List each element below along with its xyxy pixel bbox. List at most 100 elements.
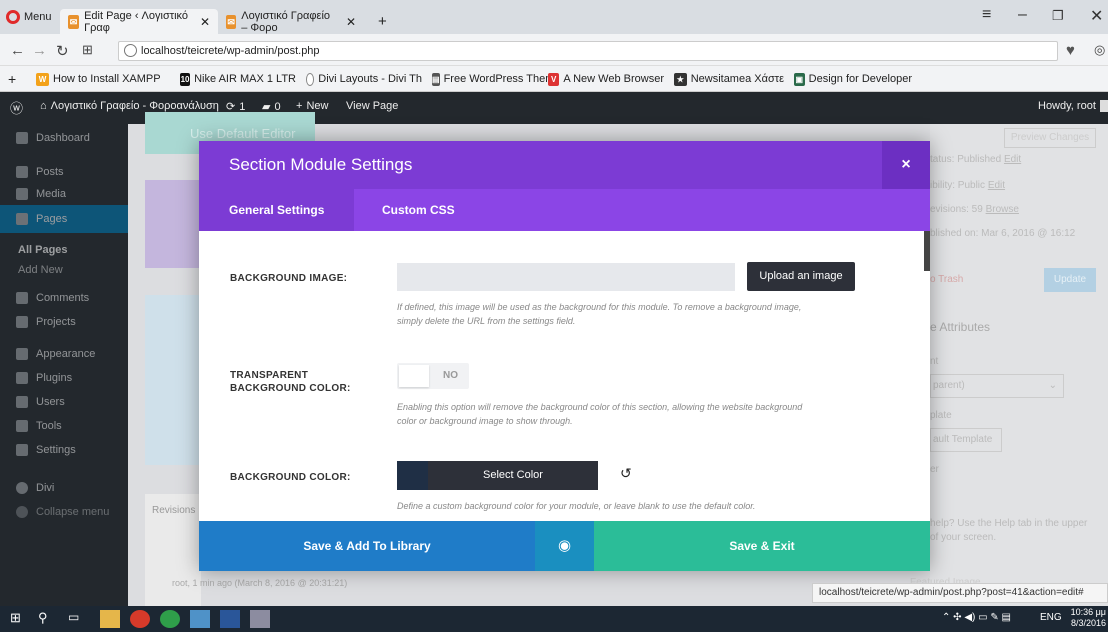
start-icon[interactable]: ⊞: [10, 610, 30, 628]
sidebar-item-settings[interactable]: Settings: [0, 436, 128, 464]
tab-site[interactable]: ✉ Λογιστικό Γραφείο – Φορο ✕: [218, 9, 364, 34]
view-page-link[interactable]: View Page: [346, 100, 398, 112]
opera-icon[interactable]: [130, 610, 150, 628]
template-select[interactable]: ault Template: [930, 428, 1002, 452]
maximize-icon[interactable]: ❐: [1052, 8, 1064, 24]
bookmark-item[interactable]: ★ Newsitamea Χάστε: [674, 70, 784, 88]
sidebar-item-projects[interactable]: Projects: [0, 308, 128, 336]
tray-icons[interactable]: ⌃ ✣ ◀) ▭ ✎ ▤: [942, 612, 1011, 623]
eye-icon: ◉: [557, 537, 572, 554]
favicon-icon: ✉: [226, 14, 237, 29]
speed-dial-icon[interactable]: ⊞: [82, 42, 93, 58]
default-editor-label: Use Default Editor: [190, 126, 296, 141]
browser-menu-button[interactable]: Menu: [6, 6, 52, 28]
tab-menu-icon[interactable]: ≡: [982, 6, 991, 24]
upload-image-button[interactable]: Upload an image: [747, 262, 855, 291]
bookmark-item[interactable]: ▣ Design for Developer: [794, 70, 912, 88]
bookmark-item[interactable]: ▤ Free WordPress Them: [432, 70, 548, 88]
sidebar-sub-add-new[interactable]: Add New: [18, 264, 63, 276]
app-icon[interactable]: [190, 610, 210, 628]
background-image-input[interactable]: [397, 263, 735, 291]
chrome-icon[interactable]: [160, 610, 180, 628]
file-explorer-icon[interactable]: [100, 610, 120, 628]
wordpress-logo-icon[interactable]: ⓦ: [10, 98, 23, 117]
bookmark-label: Newsitamea Χάστε: [690, 73, 784, 85]
preview-button[interactable]: ◉: [535, 521, 594, 571]
tab-edit-page[interactable]: ✉ Edit Page ‹ Λογιστικό Γραφ ✕: [60, 9, 218, 34]
sidebar-item-pages[interactable]: Pages: [0, 205, 128, 233]
paint-icon[interactable]: [250, 610, 270, 628]
clock[interactable]: 10:36 μμ 8/3/2016: [1066, 607, 1106, 629]
site-info-icon[interactable]: [124, 44, 137, 57]
account-icon[interactable]: ◎: [1094, 42, 1105, 58]
status-label: tatus: Published: [930, 154, 1002, 165]
new-tab-button[interactable]: +: [370, 9, 395, 34]
url-input[interactable]: localhost/teicrete/wp-admin/post.php: [118, 41, 1058, 61]
bookmark-label: Nike AIR MAX 1 LTR: [194, 73, 296, 85]
minimize-icon[interactable]: –: [1018, 6, 1027, 24]
forward-icon[interactable]: →: [32, 42, 47, 59]
bookmark-item[interactable]: 10 Nike AIR MAX 1 LTR: [180, 70, 296, 88]
site-name-link[interactable]: ⌂ Λογιστικό Γραφείο - Φοροανάλυση: [40, 100, 219, 112]
pages-icon: [16, 213, 28, 225]
reset-color-icon[interactable]: ↺: [620, 465, 632, 482]
bookmark-item[interactable]: Divi Layouts - Divi Th: [306, 70, 422, 88]
language-indicator[interactable]: ENG: [1040, 612, 1062, 623]
bookmark-label: How to Install XAMPP: [53, 73, 161, 85]
sidebar-label: Pages: [36, 213, 68, 225]
save-add-library-button[interactable]: Save & Add To Library: [199, 521, 535, 571]
brush-icon: [16, 348, 28, 360]
task-view-icon[interactable]: ▭: [68, 610, 88, 628]
dashboard-icon: [16, 132, 28, 144]
color-swatch: [397, 461, 428, 490]
close-tab-icon[interactable]: ✕: [200, 15, 210, 29]
modal-scrollbar[interactable]: [924, 231, 930, 271]
word-icon[interactable]: [220, 610, 240, 628]
bookmark-heart-icon[interactable]: ♥: [1066, 42, 1075, 59]
transparent-toggle[interactable]: NO: [397, 363, 469, 389]
browse-revisions-link[interactable]: Browse: [986, 204, 1019, 215]
sidebar-item-dashboard[interactable]: Dashboard: [0, 124, 128, 152]
howdy-link[interactable]: Howdy, root: [1038, 100, 1108, 112]
reload-icon[interactable]: ↻: [56, 42, 69, 60]
background-color-desc: Define a custom background color for you…: [397, 501, 756, 511]
visibility-label: ibility: Public: [930, 180, 986, 191]
close-modal-button[interactable]: ×: [882, 141, 930, 189]
update-button[interactable]: Update: [1044, 268, 1096, 292]
revision-entry[interactable]: root, 1 min ago (March 8, 2016 @ 20:31:2…: [172, 578, 347, 588]
collapse-menu-button[interactable]: Collapse menu: [0, 498, 128, 526]
wrench-icon: [16, 420, 28, 432]
status-row: tatus: Published Edit: [930, 154, 1021, 165]
tab-custom-css[interactable]: Custom CSS: [352, 189, 485, 231]
add-bookmark-icon[interactable]: +: [8, 70, 16, 88]
sidebar-label: Posts: [36, 166, 64, 178]
chevron-down-icon: ⌄: [1048, 380, 1057, 391]
edit-visibility-link[interactable]: Edit: [988, 180, 1005, 191]
bookmark-item[interactable]: VA New Web Browser: [548, 70, 664, 88]
bookmark-item[interactable]: W How to Install XAMPP: [36, 70, 170, 88]
pin-icon: [16, 316, 28, 328]
xampp-icon: W: [36, 72, 49, 86]
edit-status-link[interactable]: Edit: [1004, 154, 1021, 165]
close-tab-icon[interactable]: ✕: [346, 15, 356, 29]
select-color-button[interactable]: Select Color: [397, 461, 598, 490]
sidebar-label: Users: [36, 396, 65, 408]
bookmark-label: A New Web Browser: [563, 73, 664, 85]
trash-link[interactable]: o Trash: [930, 274, 963, 285]
sidebar-sub-all-pages[interactable]: All Pages: [18, 244, 68, 256]
close-window-icon[interactable]: ✕: [1090, 6, 1103, 26]
search-icon[interactable]: ⚲: [38, 610, 58, 628]
divi-icon: [16, 482, 28, 494]
parent-select[interactable]: parent) ⌄: [930, 374, 1064, 398]
sidebar-label: Settings: [36, 444, 76, 456]
sidebar-label: Appearance: [36, 348, 96, 360]
preview-changes-button[interactable]: Preview Changes: [1004, 128, 1096, 148]
revisions-heading: Revisions: [152, 505, 196, 516]
new-link[interactable]: + New: [296, 100, 328, 112]
users-icon: [16, 396, 28, 408]
back-icon[interactable]: ←: [10, 42, 25, 59]
sidebar-item-media[interactable]: Media: [0, 180, 128, 208]
save-exit-button[interactable]: Save & Exit: [594, 521, 930, 571]
sidebar-label: Tools: [36, 420, 62, 432]
tab-general-settings[interactable]: General Settings: [199, 189, 355, 231]
